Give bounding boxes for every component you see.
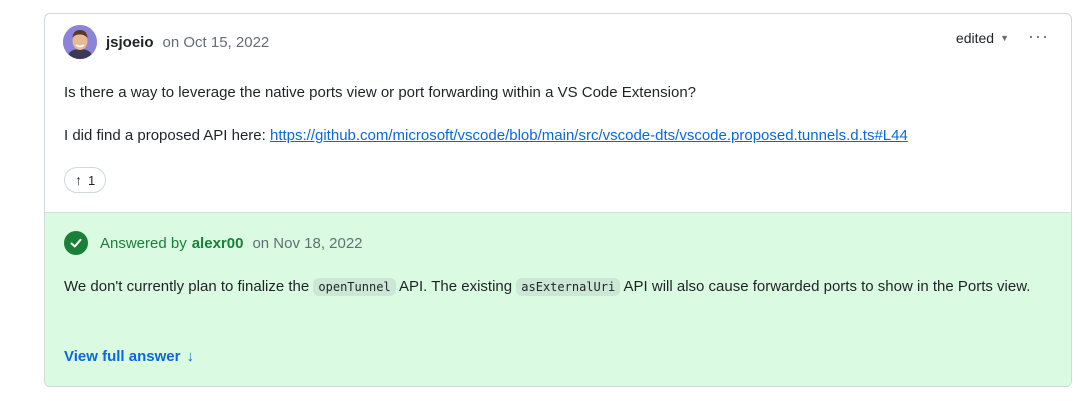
question-text: Is there a way to leverage the native po…	[64, 84, 696, 101]
view-full-answer-label: View full answer	[64, 348, 181, 365]
discussion-card: jsjoeio on Oct 15, 2022 edited ▼ ··· Is …	[44, 13, 1072, 387]
upvote-button[interactable]: ↑ 1	[64, 167, 107, 193]
upvote-count: 1	[88, 172, 96, 188]
answer-text-part3: API will also cause forwarded ports to s…	[620, 278, 1031, 295]
arrow-up-icon: ↑	[75, 172, 82, 188]
post-header: jsjoeio on Oct 15, 2022	[63, 24, 269, 60]
post-date: on Oct 15, 2022	[162, 33, 270, 51]
arrow-down-icon: ↓	[186, 348, 194, 365]
view-full-answer-link[interactable]: View full answer ↓	[64, 348, 194, 365]
proposed-api-paragraph: I did find a proposed API here: https://…	[64, 127, 908, 144]
more-options-button[interactable]: ···	[1028, 26, 1049, 47]
proposed-prefix: I did find a proposed API here:	[64, 127, 270, 144]
answered-header: Answered by alexr00 on Nov 18, 2022	[64, 231, 363, 255]
edited-dropdown[interactable]: edited ▼	[956, 30, 1009, 46]
answered-by-label: Answered by	[100, 234, 187, 252]
proposed-api-link[interactable]: https://github.com/microsoft/vscode/blob…	[270, 127, 908, 144]
caret-down-icon: ▼	[1000, 33, 1009, 43]
edited-label: edited	[955, 30, 995, 46]
author-link[interactable]: jsjoeio	[106, 34, 154, 51]
answerer-link[interactable]: alexr00	[192, 235, 244, 252]
answer-date: on Nov 18, 2022	[252, 234, 363, 252]
answer-section: Answered by alexr00 on Nov 18, 2022 We d…	[45, 212, 1071, 386]
answer-text: We don't currently plan to finalize the …	[64, 276, 1054, 298]
avatar[interactable]	[63, 25, 97, 59]
answer-text-part1: We don't currently plan to finalize the	[64, 278, 314, 295]
check-circle-icon	[64, 231, 88, 255]
code-open-tunnel: openTunnel	[313, 278, 396, 296]
answer-text-part2: API. The existing	[395, 278, 517, 295]
code-as-external-uri: asExternalUri	[516, 278, 621, 296]
